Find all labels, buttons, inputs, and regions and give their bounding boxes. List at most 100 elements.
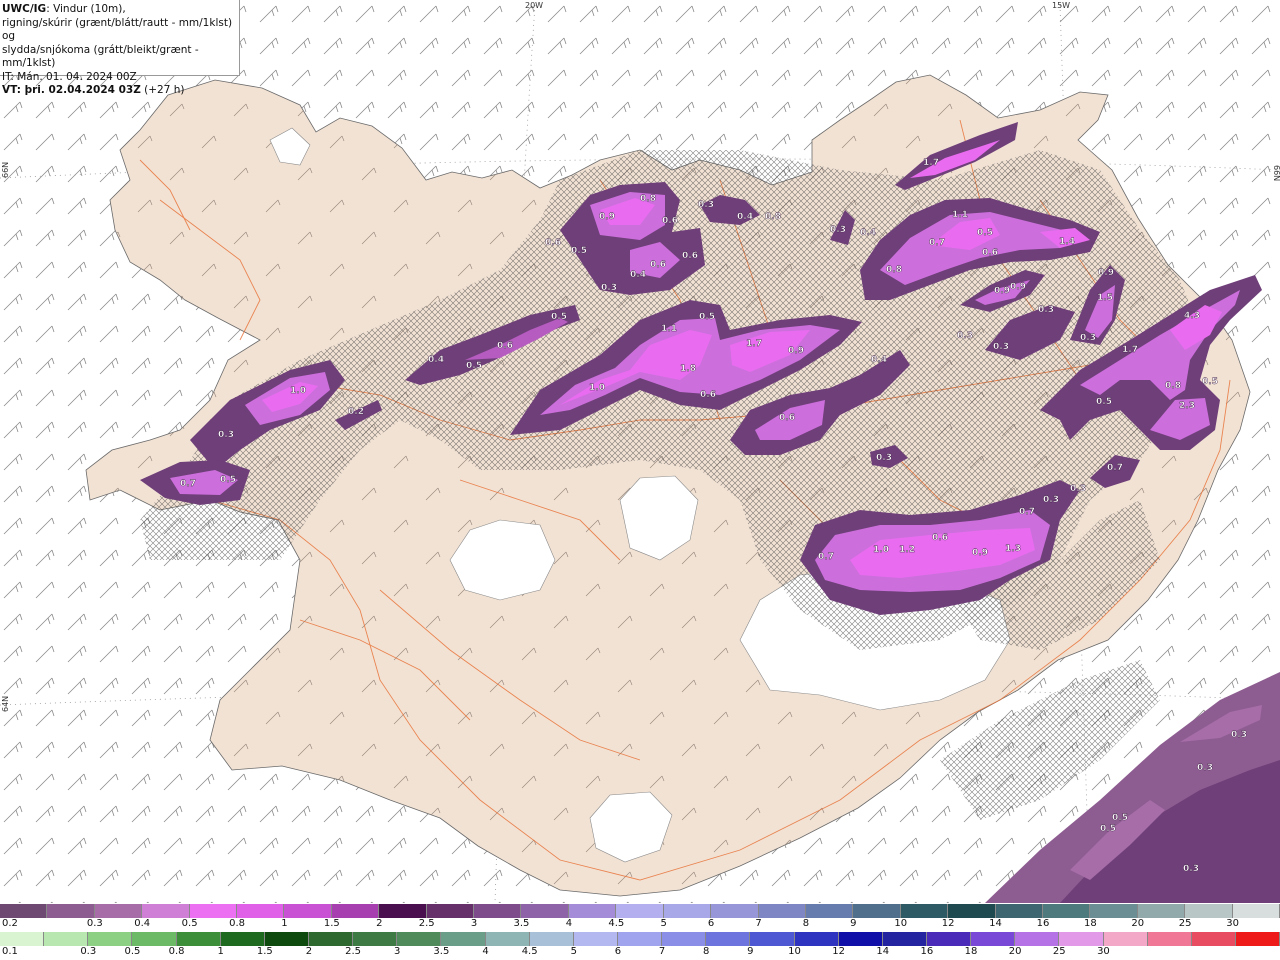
colorbar-tick-label: 2 [305, 946, 313, 957]
colorbar-tick-label: 18 [1083, 918, 1097, 929]
precip-label: 0.5 [571, 246, 587, 256]
subtitle-snow: slydda/snjókoma (grátt/bleikt/grænt - mm… [2, 43, 199, 70]
lon-label-15w: 15W [1052, 1, 1070, 10]
colorbar-tick-label: 3 [470, 918, 478, 929]
colorbar-tick-label: 1 [281, 918, 288, 929]
precip-label: 0.3 [993, 342, 1009, 352]
colorbar-swatch [1185, 904, 1233, 918]
colorbar-swatch [995, 904, 1043, 918]
precip-label: 0.5 [699, 312, 715, 322]
precip-label: 0.7 [929, 238, 945, 248]
colorbar-tick-label: 2.5 [418, 918, 435, 929]
colorbar-swatch [237, 904, 285, 918]
colorbar-swatch [0, 932, 45, 946]
valid-time: VT: þri. 02.04.2024 03Z [2, 84, 141, 96]
title-text: : Vindur (10m), [46, 3, 126, 15]
colorbar-tick-label: 6 [614, 946, 622, 957]
colorbar-swatch [838, 932, 883, 946]
precip-label: 0.3 [1038, 305, 1054, 315]
precip-label: 0.3 [830, 225, 846, 235]
colorbar-tick-label: 3 [394, 946, 401, 957]
precip-label: 0.4 [630, 270, 646, 280]
colorbar-tick-label: 0.8 [168, 946, 185, 957]
colorbar-swatch [1235, 932, 1280, 946]
colorbar-snow-ticks: 0.2 0.3 0.4 0.5 0.8 1 1.5 2 2.5 3 3.5 4 4.5 5 6 7 8 9 10 12… [0, 918, 1280, 932]
colorbar-tick-label: 16 [920, 946, 934, 957]
colorbar-tick-label: 25 [1178, 918, 1192, 929]
colorbar-tick-label: 4.5 [521, 946, 538, 957]
weather-map: 20W 15W 66N 64N 66N 1.7 0.9 0.8 0.6 0.3 … [0, 0, 1280, 903]
colorbar-tick-label: 1.5 [323, 918, 340, 929]
colorbar-tick-label: 2.5 [345, 946, 362, 957]
precip-label: 0.6 [700, 390, 716, 400]
precip-label: 0.4 [871, 355, 887, 365]
colorbar-swatch [284, 904, 332, 918]
colorbar-swatch [568, 904, 617, 918]
colorbar-tick-label: 5 [660, 918, 667, 929]
colorbar-swatch [805, 904, 854, 918]
colorbar-tick-label: 10 [894, 918, 908, 929]
colorbar-swatch [711, 904, 759, 918]
precip-label: 4.3 [1184, 311, 1200, 321]
colorbar-tick-label: 25 [1052, 946, 1066, 957]
colorbar-swatch [308, 932, 354, 946]
colorbar-swatch [758, 904, 806, 918]
lat-label-left-66n: 66N [1, 162, 10, 178]
precip-label: 0.7 [1107, 463, 1123, 473]
colorbar-swatch [331, 904, 380, 918]
colorbar-swatch [616, 904, 664, 918]
precip-label: 0.4 [860, 228, 876, 238]
colorbar-tick-label: 1 [217, 946, 224, 957]
precip-label: 0.5 [1202, 377, 1218, 387]
colorbar-snow [0, 904, 1280, 918]
colorbar-tick-label: 18 [964, 946, 978, 957]
colorbar-tick-label: 12 [941, 918, 955, 929]
colorbar-swatch [44, 932, 89, 946]
precip-label: 0.6 [650, 260, 666, 270]
precip-label: 0.8 [886, 265, 902, 275]
colorbar-swatch [1232, 904, 1280, 918]
info-header: UWC/IG: Vindur (10m), rigning/skúrir (gr… [0, 0, 240, 96]
colorbar-swatch [474, 904, 522, 918]
precip-label: 1.7 [746, 339, 762, 349]
precip-label: 1.1 [661, 324, 677, 334]
colorbar-tick-label: 12 [832, 946, 845, 957]
colorbar-swatch [794, 932, 839, 946]
precip-label: 0.9 [972, 548, 988, 558]
precip-label: 1.2 [899, 545, 915, 555]
precip-label: 0.6 [779, 413, 795, 423]
colorbar-swatch [948, 904, 996, 918]
colorbar-tick-label: 4 [565, 918, 573, 929]
colorbar-swatch [264, 932, 309, 946]
colorbar-swatch [1042, 904, 1091, 918]
colorbar-swatch [1090, 904, 1138, 918]
precip-label: 0.7 [180, 479, 196, 489]
lon-label-20w: 20W [525, 1, 543, 10]
precip-label: 1.0 [589, 383, 605, 393]
colorbar-swatch [397, 932, 442, 946]
colorbar-swatch [971, 932, 1016, 946]
colorbar-tick-label: 6 [707, 918, 715, 929]
precip-label: 1.0 [873, 545, 889, 555]
issue-time: IT: Mán. 01. 04. 2024 00Z [2, 70, 137, 83]
colorbar-tick-label: 0.8 [229, 918, 245, 929]
precip-label: 0.5 [220, 475, 236, 485]
precip-label: 0.9 [1010, 282, 1026, 292]
colorbar-tick-label: 30 [1097, 946, 1110, 957]
precip-label: 0.3 [1197, 763, 1213, 773]
precip-label: 0.6 [662, 216, 678, 226]
colorbar-tick-label: 4 [482, 946, 489, 957]
colorbar-tick-label: 0.5 [124, 946, 141, 957]
colorbar-tick-label: 30 [1226, 918, 1239, 929]
colorbar-swatch [853, 904, 901, 918]
colorbar-swatch [1137, 904, 1186, 918]
colorbar-swatch [0, 904, 48, 918]
colorbar-swatch [750, 932, 795, 946]
colorbar-tick-label: 2 [376, 918, 383, 929]
valid-offset: (+27 h) [140, 84, 185, 96]
colorbar-tick-label: 20 [1131, 918, 1145, 929]
precip-label: 0.5 [551, 312, 567, 322]
precip-label: 0.2 [348, 407, 364, 417]
precip-label: 0.5 [1112, 813, 1128, 823]
precip-label: 1.0 [290, 386, 306, 396]
